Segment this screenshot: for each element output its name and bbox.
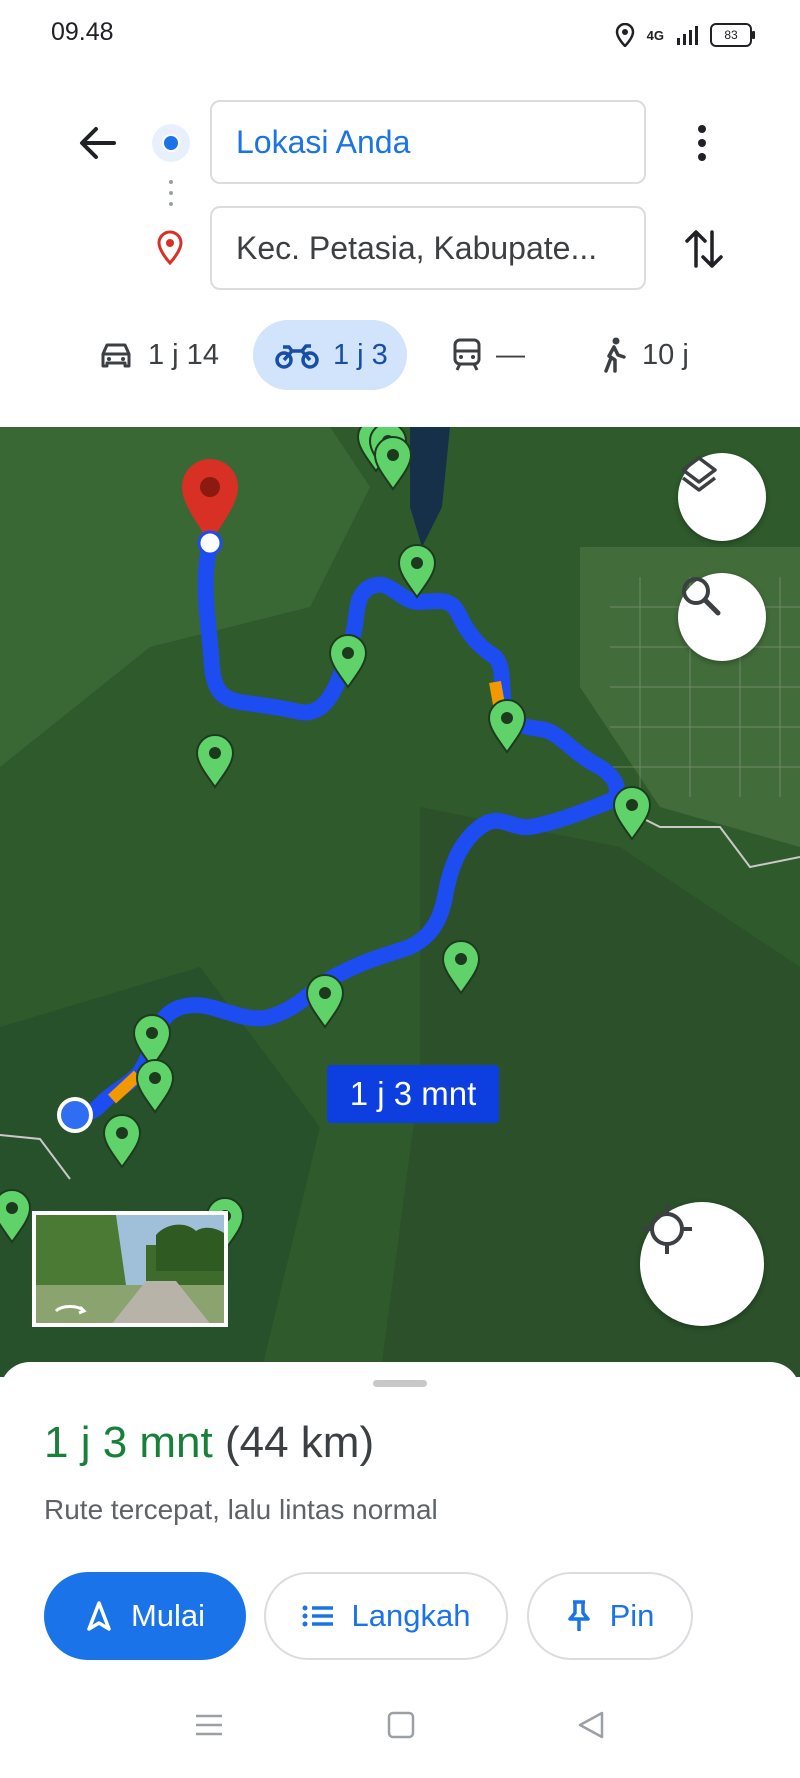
map-view[interactable]: 1 j 3 mnt xyxy=(0,427,800,1377)
back-button[interactable] xyxy=(72,118,124,170)
search-along-route-button[interactable] xyxy=(678,573,766,661)
destination-pin-icon xyxy=(155,230,185,266)
more-vert-icon xyxy=(698,125,706,161)
home-square-icon xyxy=(387,1711,415,1739)
map-layers-button[interactable] xyxy=(678,453,766,541)
nav-back-button[interactable] xyxy=(576,1710,606,1745)
nav-menu-button[interactable] xyxy=(194,1710,224,1745)
mode-motorcycle-tab[interactable]: 1 j 3 xyxy=(253,320,407,390)
arrow-back-icon xyxy=(80,127,116,159)
mode-car-tab[interactable]: 1 j 14 xyxy=(98,320,219,390)
pin-icon xyxy=(567,1600,590,1631)
route-duration-label[interactable]: 1 j 3 mnt xyxy=(327,1065,499,1123)
route-connector xyxy=(169,180,173,213)
pin-button[interactable]: Pin xyxy=(527,1572,693,1660)
route-summary: 1 j 3 mnt (44 km) xyxy=(44,1418,374,1468)
steps-label: Langkah xyxy=(351,1598,471,1633)
start-label: Mulai xyxy=(130,1598,206,1633)
walk-icon xyxy=(604,337,626,373)
route-distance: (44 km) xyxy=(224,1418,375,1467)
swap-button[interactable] xyxy=(682,224,726,274)
status-icons: 4G 83 xyxy=(615,20,755,50)
route-description: Rute tercepat, lalu lintas normal xyxy=(44,1494,438,1525)
navigation-icon xyxy=(87,1601,111,1631)
location-status-icon xyxy=(615,23,634,47)
battery-indicator: 83 xyxy=(710,23,755,47)
back-triangle-icon xyxy=(578,1711,604,1739)
route-duration: 1 j 3 mnt xyxy=(44,1418,213,1467)
start-navigation-button[interactable]: Mulai xyxy=(44,1572,246,1660)
mode-motorcycle-label: 1 j 3 xyxy=(333,338,388,371)
list-icon xyxy=(302,1605,333,1627)
battery-level: 83 xyxy=(724,28,738,42)
pin-label: Pin xyxy=(609,1598,655,1633)
swap-icon xyxy=(685,230,723,268)
mode-transit-tab[interactable]: — xyxy=(452,320,525,390)
status-time: 09.48 xyxy=(51,18,114,46)
motorcycle-icon xyxy=(275,344,319,369)
steps-button[interactable]: Langkah xyxy=(264,1572,508,1660)
menu-icon xyxy=(196,1714,222,1736)
mode-car-label: 1 j 14 xyxy=(148,338,219,371)
mode-walk-tab[interactable]: 10 j xyxy=(600,320,689,390)
locate-icon xyxy=(642,1204,692,1254)
car-icon xyxy=(101,343,131,368)
sheet-drag-handle[interactable] xyxy=(373,1380,427,1387)
nav-home-button[interactable] xyxy=(386,1710,416,1745)
destination-field[interactable]: Kec. Petasia, Kabupate... xyxy=(210,206,646,290)
origin-marker-icon xyxy=(152,124,190,162)
layers-icon xyxy=(681,456,717,492)
mode-transit-label: — xyxy=(496,338,525,371)
current-location-marker xyxy=(57,1097,93,1133)
transit-icon xyxy=(453,338,481,371)
network-type: 4G xyxy=(646,27,664,43)
search-icon xyxy=(682,577,721,616)
mode-walk-label: 10 j xyxy=(642,338,689,371)
origin-field[interactable]: Lokasi Anda xyxy=(210,100,646,184)
signal-icon xyxy=(677,26,698,45)
my-location-button[interactable] xyxy=(640,1202,764,1326)
street-view-thumbnail[interactable] xyxy=(32,1211,228,1327)
more-options-button[interactable] xyxy=(688,118,716,168)
